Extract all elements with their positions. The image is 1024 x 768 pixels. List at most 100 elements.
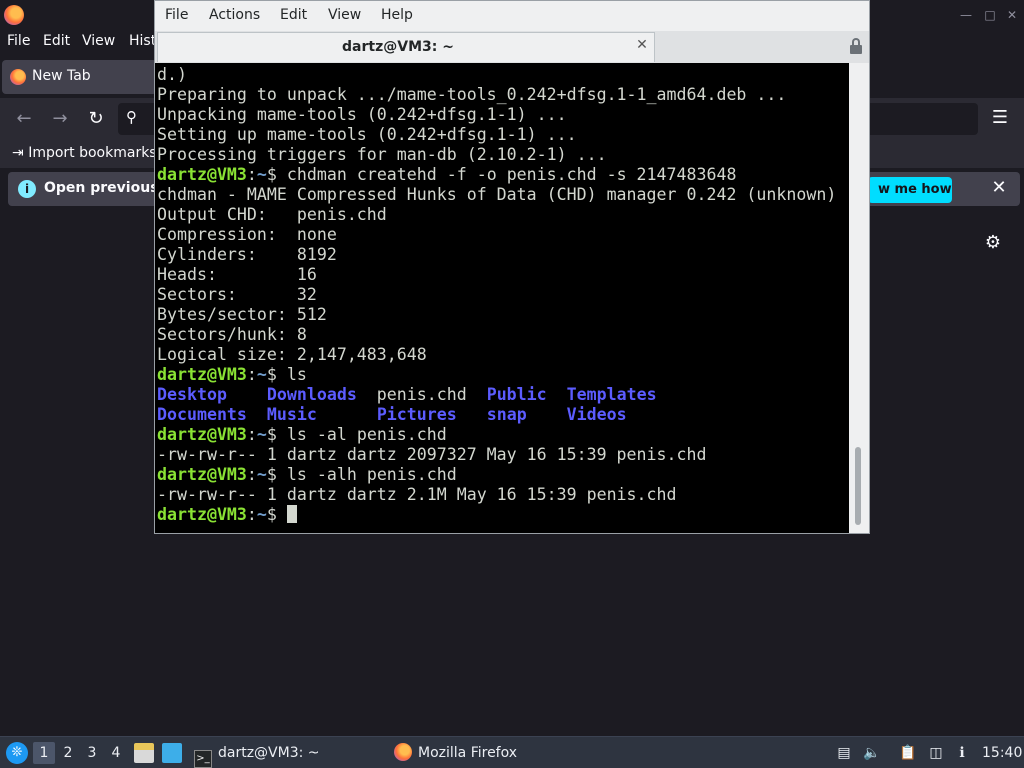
notification-text: Open previous: [44, 180, 159, 196]
reload-icon[interactable]: ↻: [83, 106, 109, 132]
notification-close-icon[interactable]: ✕: [988, 177, 1010, 199]
terminal-line: dartz@VM3:~$ ls -alh penis.chd: [157, 465, 836, 485]
terminal-text: Logical size: 2,147,483,648: [157, 345, 427, 364]
import-icon: ⇥: [12, 145, 24, 161]
terminal-line: Documents Music Pictures snap Videos: [157, 405, 836, 425]
terminal-text: ~: [256, 465, 267, 484]
menu-view[interactable]: View: [82, 33, 115, 49]
terminal-text: $ chdman createhd -f -o penis.chd -s 214…: [266, 165, 737, 184]
terminal-menu-edit[interactable]: Edit: [280, 7, 307, 23]
terminal-line: Sectors/hunk: 8: [157, 325, 836, 345]
workspace-1[interactable]: 1: [33, 742, 55, 764]
terminal-text: Bytes/sector: 512: [157, 305, 327, 324]
gear-icon[interactable]: ⚙: [982, 232, 1004, 254]
terminal-output[interactable]: d.) Preparing to unpack .../mame-tools_0.…: [155, 63, 849, 533]
terminal-text: Public: [486, 385, 547, 404]
terminal-text: penis.chd: [356, 385, 487, 404]
forward-arrow-icon[interactable]: →: [47, 106, 73, 132]
firefox-icon: [394, 743, 412, 761]
maximize-icon[interactable]: □: [982, 7, 998, 23]
terminal-line: dartz@VM3:~$ ls -al penis.chd: [157, 425, 836, 445]
menu-history[interactable]: Hist: [129, 33, 156, 49]
terminal-text: ~: [256, 365, 267, 384]
notes-icon[interactable]: 📋: [898, 743, 918, 763]
terminal-text: Desktop: [157, 385, 227, 404]
terminal-menu-actions[interactable]: Actions: [209, 7, 260, 23]
terminal-tab[interactable]: dartz@VM3: ~ ✕: [157, 32, 655, 62]
terminal-line: Preparing to unpack .../mame-tools_0.242…: [157, 85, 836, 105]
volume-icon[interactable]: 🔈: [862, 743, 882, 763]
back-arrow-icon[interactable]: ←: [11, 106, 37, 132]
terminal-text: ~: [256, 425, 267, 444]
task-firefox-label: Mozilla Firefox: [418, 745, 518, 761]
terminal-menu-view[interactable]: View: [328, 7, 361, 23]
terminal-text: Pictures: [376, 405, 457, 424]
terminal-tab-title: dartz@VM3: ~: [342, 39, 454, 55]
menu-edit[interactable]: Edit: [43, 33, 70, 49]
terminal-text: Compression: none: [157, 225, 337, 244]
updates-icon[interactable]: ℹ: [952, 743, 972, 763]
file-manager-icon[interactable]: [134, 743, 154, 763]
terminal-line: Bytes/sector: 512: [157, 305, 836, 325]
terminal-icon: >_: [194, 750, 212, 768]
info-icon: i: [18, 180, 36, 198]
terminal-line: Unpacking mame-tools (0.242+dfsg.1-1) ..…: [157, 105, 836, 125]
hamburger-menu-icon[interactable]: ☰: [988, 106, 1012, 130]
show-me-how-button[interactable]: w me how: [868, 177, 952, 203]
terminal-text: $ ls -alh penis.chd: [266, 465, 457, 484]
terminal-line: dartz@VM3:~$: [157, 505, 836, 525]
terminal-lines: d.) Preparing to unpack .../mame-tools_0.…: [157, 65, 836, 525]
terminal-text: Setting up mame-tools (0.242+dfsg.1-1) .…: [157, 125, 577, 144]
terminal-text: :: [246, 505, 257, 524]
terminal-text: Cylinders: 8192: [157, 245, 337, 264]
terminal-menu-help[interactable]: Help: [381, 7, 413, 23]
scrollbar-thumb[interactable]: [855, 447, 861, 525]
terminal-scrollbar[interactable]: [849, 63, 869, 533]
terminal-text: -rw-rw-r-- 1 dartz dartz 2.1M May 16 15:…: [157, 485, 677, 504]
terminal-text: $ ls: [266, 365, 307, 384]
close-icon[interactable]: ✕: [1004, 7, 1020, 23]
start-menu-icon[interactable]: ❊: [6, 742, 28, 764]
task-terminal-label: dartz@VM3: ~: [218, 745, 320, 761]
lock-icon[interactable]: [849, 38, 863, 54]
minimize-icon[interactable]: —: [958, 7, 974, 23]
terminal-text: Documents: [157, 405, 247, 424]
terminal-text: dartz@VM3: [157, 465, 247, 484]
terminal-text: $ ls -al penis.chd: [266, 425, 447, 444]
terminal-text: :: [246, 165, 257, 184]
terminal-text: $: [266, 505, 287, 524]
terminal-text: :: [246, 465, 257, 484]
tab-new-tab[interactable]: New Tab: [2, 60, 157, 94]
clipboard-icon[interactable]: ▤: [834, 743, 854, 763]
tab-close-icon[interactable]: ✕: [634, 37, 650, 55]
workspace-4[interactable]: 4: [105, 742, 127, 764]
workspace-3[interactable]: 3: [81, 742, 103, 764]
terminal-line: d.): [157, 65, 836, 85]
firefox-logo-icon: [4, 5, 24, 25]
import-bookmarks-label: Import bookmarks: [28, 145, 157, 161]
terminal-text: Sectors: 32: [157, 285, 317, 304]
terminal-text: -rw-rw-r-- 1 dartz dartz 2097327 May 16 …: [157, 445, 707, 464]
terminal-menu-file[interactable]: File: [165, 7, 188, 23]
terminal-text: :: [246, 425, 257, 444]
clock[interactable]: 15:40: [982, 742, 1022, 764]
menu-file[interactable]: File: [7, 33, 30, 49]
workspace-2[interactable]: 2: [57, 742, 79, 764]
terminal-text: Downloads: [266, 385, 357, 404]
terminal-text: ~: [256, 165, 267, 184]
terminal-text: Sectors/hunk: 8: [157, 325, 307, 344]
terminal-text: d.): [157, 65, 187, 84]
import-bookmarks-link[interactable]: ⇥ Import bookmarks: [12, 145, 157, 161]
show-desktop-icon[interactable]: [162, 743, 182, 763]
terminal-line: Logical size: 2,147,483,648: [157, 345, 836, 365]
task-terminal[interactable]: >_ dartz@VM3: ~: [194, 740, 320, 768]
network-icon[interactable]: ◫: [926, 743, 946, 763]
task-firefox[interactable]: Mozilla Firefox: [394, 740, 517, 766]
terminal-line: Cylinders: 8192: [157, 245, 836, 265]
terminal-text: dartz@VM3: [157, 365, 247, 384]
terminal-tabbar: dartz@VM3: ~ ✕: [155, 31, 869, 63]
terminal-line: -rw-rw-r-- 1 dartz dartz 2097327 May 16 …: [157, 445, 836, 465]
